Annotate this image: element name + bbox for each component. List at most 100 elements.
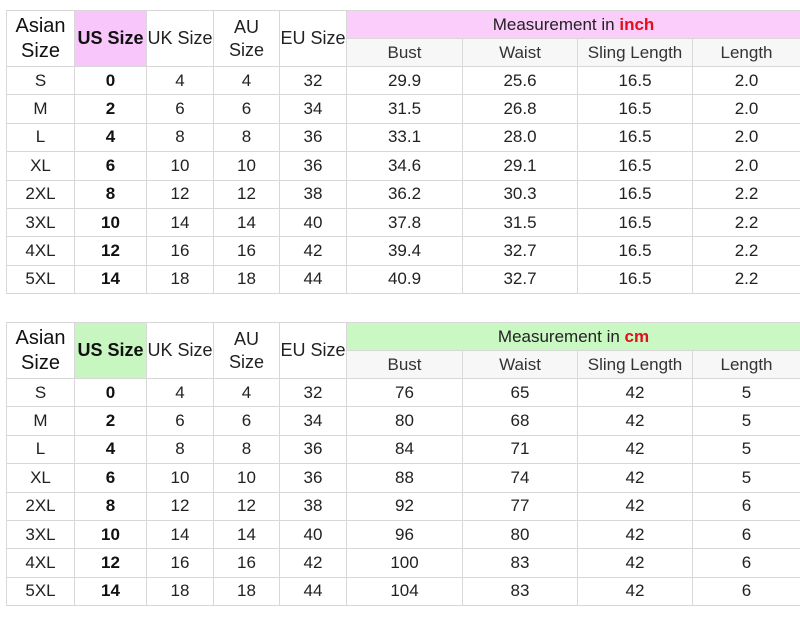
- cell-waist: 29.1: [462, 151, 578, 181]
- cell-length: 2.0: [691, 122, 800, 153]
- cell-bust: 76: [346, 377, 463, 408]
- cell-waist: 80: [462, 519, 578, 550]
- cell-us-size: 2: [74, 406, 147, 436]
- table-row: XL 6 10 10 36 34.6 29.1 16.5 2.0: [6, 151, 800, 181]
- cell-length: 2.2: [691, 207, 800, 238]
- cell-eu-size: 42: [279, 236, 347, 266]
- cell-au-size: 18: [213, 576, 280, 607]
- header-eu-size: EU Size: [279, 322, 347, 379]
- cell-sling-length: 16.5: [577, 264, 693, 295]
- cell-bust: 31.5: [346, 94, 463, 124]
- cell-length: 6: [691, 519, 800, 550]
- header-bust: Bust: [346, 350, 463, 379]
- header-bust: Bust: [346, 38, 463, 67]
- cell-bust: 36.2: [346, 179, 463, 209]
- cell-length: 6: [691, 576, 800, 607]
- cell-au-size: 10: [213, 463, 280, 493]
- cell-waist: 71: [462, 434, 578, 465]
- cell-uk-size: 16: [146, 548, 214, 578]
- cell-us-size: 8: [74, 179, 147, 209]
- cell-sling-length: 16.5: [577, 122, 693, 153]
- table-row: 2XL 8 12 12 38 92 77 42 6: [6, 491, 800, 521]
- size-chart-inch: Asian Size US Size UK Size AU Size EU Si…: [6, 10, 800, 295]
- cell-us-size: 6: [74, 463, 147, 493]
- cell-eu-size: 32: [279, 65, 347, 96]
- cell-us-size: 12: [74, 548, 147, 578]
- cell-waist: 68: [462, 406, 578, 436]
- cell-asian-size: M: [6, 406, 75, 436]
- cell-waist: 32.7: [462, 264, 578, 295]
- header-us-size: US Size: [74, 10, 147, 67]
- cell-eu-size: 36: [279, 434, 347, 465]
- cell-eu-size: 38: [279, 179, 347, 209]
- cell-asian-size: 2XL: [6, 491, 75, 521]
- cell-sling-length: 42: [577, 491, 693, 521]
- header-us-size: US Size: [74, 322, 147, 379]
- cell-waist: 31.5: [462, 207, 578, 238]
- cell-eu-size: 42: [279, 548, 347, 578]
- cell-waist: 74: [462, 463, 578, 493]
- cell-eu-size: 44: [279, 576, 347, 607]
- cell-bust: 100: [346, 548, 463, 578]
- cell-length: 2.2: [691, 236, 800, 266]
- cell-au-size: 14: [213, 519, 280, 550]
- cell-uk-size: 6: [146, 406, 214, 436]
- unit-label-inch: inch: [619, 14, 655, 34]
- table-row: 2XL 8 12 12 38 36.2 30.3 16.5 2.2: [6, 179, 800, 209]
- header-length: Length: [691, 350, 800, 379]
- table-row: L 4 8 8 36 84 71 42 5: [6, 434, 800, 465]
- cell-eu-size: 32: [279, 377, 347, 408]
- cell-length: 2.0: [691, 151, 800, 181]
- cell-bust: 96: [346, 519, 463, 550]
- cell-sling-length: 42: [577, 406, 693, 436]
- cell-asian-size: M: [6, 94, 75, 124]
- unit-label-cm: cm: [624, 326, 650, 346]
- cell-sling-length: 42: [577, 434, 693, 465]
- measurement-title-inch: Measurement in inch: [345, 10, 800, 39]
- cell-bust: 37.8: [346, 207, 463, 238]
- cell-uk-size: 8: [146, 434, 214, 465]
- cell-asian-size: 3XL: [6, 207, 75, 238]
- size-chart-cm: Asian Size US Size UK Size AU Size EU Si…: [6, 322, 800, 607]
- cell-uk-size: 6: [146, 94, 214, 124]
- cell-bust: 40.9: [346, 264, 463, 295]
- cell-asian-size: 5XL: [6, 576, 75, 607]
- cell-length: 5: [691, 377, 800, 408]
- cell-au-size: 12: [213, 491, 280, 521]
- header-uk-size: UK Size: [146, 10, 214, 67]
- cell-length: 6: [691, 548, 800, 578]
- cell-bust: 92: [346, 491, 463, 521]
- header-sling-length: Sling Length: [577, 350, 693, 379]
- cell-length: 2.2: [691, 179, 800, 209]
- cell-au-size: 16: [213, 236, 280, 266]
- table-row: M 2 6 6 34 31.5 26.8 16.5 2.0: [6, 94, 800, 124]
- cell-uk-size: 10: [146, 151, 214, 181]
- cell-uk-size: 4: [146, 377, 214, 408]
- cell-length: 5: [691, 406, 800, 436]
- table-row: 5XL 14 18 18 44 104 83 42 6: [6, 576, 800, 607]
- cell-sling-length: 42: [577, 377, 693, 408]
- cell-au-size: 8: [213, 122, 280, 153]
- table-row: 3XL 10 14 14 40 96 80 42 6: [6, 519, 800, 550]
- cell-sling-length: 16.5: [577, 151, 693, 181]
- header-asian-size: Asian Size: [6, 10, 75, 67]
- cell-sling-length: 42: [577, 576, 693, 607]
- cell-waist: 83: [462, 548, 578, 578]
- cell-au-size: 6: [213, 406, 280, 436]
- cell-eu-size: 40: [279, 207, 347, 238]
- cell-sling-length: 42: [577, 463, 693, 493]
- cell-asian-size: L: [6, 122, 75, 153]
- cell-us-size: 8: [74, 491, 147, 521]
- cell-asian-size: 5XL: [6, 264, 75, 295]
- cell-au-size: 4: [213, 377, 280, 408]
- cell-bust: 34.6: [346, 151, 463, 181]
- cell-au-size: 6: [213, 94, 280, 124]
- cell-waist: 65: [462, 377, 578, 408]
- cell-bust: 104: [346, 576, 463, 607]
- cell-us-size: 0: [74, 377, 147, 408]
- table-row: 3XL 10 14 14 40 37.8 31.5 16.5 2.2: [6, 207, 800, 238]
- cell-us-size: 14: [74, 264, 147, 295]
- cell-bust: 39.4: [346, 236, 463, 266]
- cell-sling-length: 16.5: [577, 179, 693, 209]
- cell-asian-size: 4XL: [6, 548, 75, 578]
